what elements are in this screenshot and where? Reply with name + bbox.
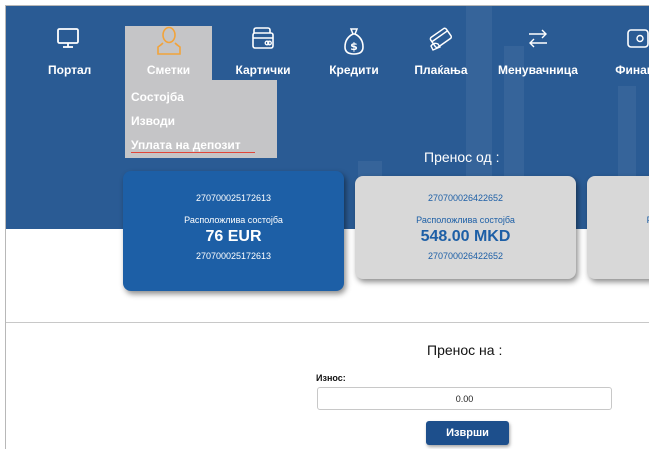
main-navigation: Портал Сметки Картички $ Кредити Плаќања… <box>6 6 649 86</box>
nav-item-finance[interactable]: Финанс <box>606 26 649 86</box>
nav-item-exchange[interactable]: Менувачница <box>497 26 579 86</box>
dropdown-item-statements[interactable]: Изводи <box>131 114 175 128</box>
nav-item-accounts[interactable]: Сметки <box>125 26 212 86</box>
svg-text:$: $ <box>350 40 358 53</box>
wallet-icon <box>627 29 649 48</box>
balance-amount: 548.00 MKD <box>420 228 511 245</box>
account-card-selected[interactable]: 270700025172613 Расположлива состојба 76… <box>123 171 344 291</box>
nav-item-loans[interactable]: $ Кредити <box>324 26 384 86</box>
nav-item-label: Картички <box>235 63 291 77</box>
transfer-to-label: Пренос на : <box>427 342 503 358</box>
app-frame: Портал Сметки Картички $ Кредити Плаќања… <box>5 5 649 449</box>
amount-input[interactable] <box>317 387 612 410</box>
nav-item-label: Финанс <box>615 63 649 77</box>
account-number-secondary: 270700025172613 <box>195 251 272 261</box>
balance-label: Расположлива состојба <box>184 215 283 225</box>
account-card[interactable]: 270700026422652 Расположлива состојба 54… <box>355 176 576 279</box>
monitor-icon <box>57 28 79 48</box>
account-number: 270700025172613 <box>195 193 272 203</box>
transfer-from-label: Пренос од : <box>424 149 500 165</box>
account-number: 270700026422652 <box>427 193 504 203</box>
dropdown-item-underline <box>131 152 255 153</box>
amount-label: Износ: <box>316 373 346 383</box>
nav-item-label: Портал <box>48 63 92 77</box>
money-bag-icon: $ <box>344 28 364 55</box>
dropdown-item-deposit-payment[interactable]: Уплата на депозит <box>131 138 241 152</box>
submit-button[interactable]: Изврши <box>426 421 509 445</box>
nav-item-cards[interactable]: Картички <box>232 26 294 86</box>
accounts-dropdown-menu: Состојба Изводи Уплата на депозит <box>125 80 277 158</box>
balance-label: Расположлива состојба <box>416 215 515 225</box>
balance-amount: 76 EUR <box>205 228 262 245</box>
account-number-secondary: 270700026422652 <box>427 251 504 261</box>
credit-card-icon <box>252 27 274 49</box>
nav-item-portal[interactable]: Портал <box>48 26 92 86</box>
nav-item-label: Менувачница <box>498 63 578 77</box>
balance-label: Ра <box>587 215 649 225</box>
account-card-partial[interactable]: Ра <box>587 176 649 279</box>
nav-item-payments[interactable]: Плаќања <box>412 26 470 86</box>
nav-item-label: Кредити <box>329 63 379 77</box>
dropdown-item-balance[interactable]: Состојба <box>131 90 184 104</box>
section-divider <box>6 322 649 323</box>
payment-card-icon <box>429 27 453 51</box>
nav-item-label: Плаќања <box>414 63 468 77</box>
nav-item-label: Сметки <box>146 63 191 77</box>
user-icon <box>156 26 181 55</box>
exchange-arrows-icon <box>529 29 547 48</box>
